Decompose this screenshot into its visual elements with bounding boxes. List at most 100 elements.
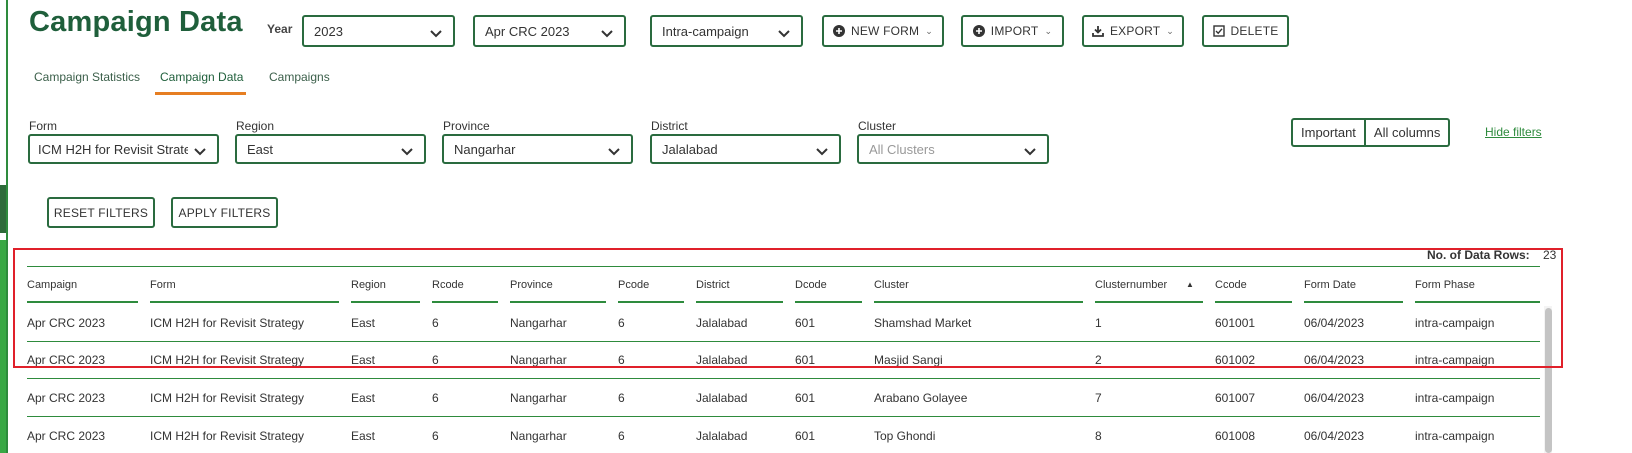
header-underline bbox=[150, 301, 339, 303]
column-header-rcode[interactable]: Rcode bbox=[432, 279, 464, 291]
cluster-filter-placeholder: All Clusters bbox=[869, 141, 935, 157]
chevron-down-icon bbox=[778, 30, 790, 38]
cell-province: Nangarhar bbox=[510, 353, 567, 367]
cell-campaign: Apr CRC 2023 bbox=[27, 353, 106, 367]
tab-campaign-statistics[interactable]: Campaign Statistics bbox=[34, 70, 140, 84]
cell-form-phase: intra-campaign bbox=[1415, 391, 1495, 405]
table-scrollbar-thumb[interactable] bbox=[1545, 308, 1552, 453]
column-header-clusternumber[interactable]: Clusternumber bbox=[1095, 279, 1167, 291]
row-divider bbox=[27, 378, 1540, 379]
header-underline bbox=[795, 301, 862, 303]
region-filter-label: Region bbox=[236, 119, 275, 133]
cell-region: East bbox=[351, 316, 376, 330]
region-filter-select[interactable]: East bbox=[235, 134, 426, 164]
phase-select[interactable]: Intra-campaign bbox=[650, 15, 803, 47]
cell-rcode: 6 bbox=[432, 391, 439, 405]
column-header-form-date[interactable]: Form Date bbox=[1304, 279, 1356, 291]
cell-pcode: 6 bbox=[618, 391, 625, 405]
cell-form: ICM H2H for Revisit Strategy bbox=[150, 316, 305, 330]
campaign-select[interactable]: Apr CRC 2023 bbox=[473, 15, 626, 47]
cell-pcode: 6 bbox=[618, 316, 625, 330]
column-header-pcode[interactable]: Pcode bbox=[618, 279, 649, 291]
import-label: IMPORT bbox=[990, 24, 1039, 38]
cell-province: Nangarhar bbox=[510, 316, 567, 330]
column-header-form[interactable]: Form bbox=[150, 279, 176, 291]
delete-button[interactable]: DELETE bbox=[1202, 15, 1289, 47]
reset-filters-button[interactable]: RESET FILTERS bbox=[47, 197, 155, 228]
row-divider bbox=[27, 416, 1540, 417]
chevron-down-icon bbox=[816, 148, 828, 156]
cell-dcode: 601 bbox=[795, 429, 816, 443]
column-header-cluster[interactable]: Cluster bbox=[874, 279, 909, 291]
cell-cluster: Shamshad Market bbox=[874, 316, 972, 330]
header-underline bbox=[874, 301, 1083, 303]
apply-filters-button[interactable]: APPLY FILTERS bbox=[171, 197, 278, 228]
chevron-down-icon: ⌄ bbox=[1044, 25, 1053, 36]
phase-select-value: Intra-campaign bbox=[662, 23, 749, 39]
cell-district: Jalalabad bbox=[696, 391, 748, 405]
tab-campaigns[interactable]: Campaigns bbox=[269, 70, 330, 84]
cell-ccode: 601007 bbox=[1215, 391, 1256, 405]
active-tab-indicator bbox=[155, 92, 246, 95]
column-header-ccode[interactable]: Ccode bbox=[1215, 279, 1247, 291]
cell-cluster: Arabano Golayee bbox=[874, 391, 968, 405]
cell-region: East bbox=[351, 391, 376, 405]
all-columns-button[interactable]: All columns bbox=[1363, 120, 1448, 145]
sort-ascending-icon[interactable]: ▲ bbox=[1186, 280, 1194, 289]
column-header-province[interactable]: Province bbox=[510, 279, 553, 291]
cell-ccode: 601008 bbox=[1215, 429, 1256, 443]
cell-form-phase: intra-campaign bbox=[1415, 429, 1495, 443]
import-button[interactable]: IMPORT ⌄ bbox=[961, 15, 1064, 47]
cell-clusternumber: 2 bbox=[1095, 353, 1102, 367]
year-select[interactable]: 2023 bbox=[302, 15, 455, 47]
page-title: Campaign Data bbox=[29, 6, 243, 38]
new-form-button[interactable]: NEW FORM ⌄ bbox=[822, 15, 944, 47]
header-underline bbox=[432, 301, 498, 303]
cell-cluster: Top Ghondi bbox=[874, 429, 936, 443]
cell-form-date: 06/04/2023 bbox=[1304, 353, 1365, 367]
cell-form-date: 06/04/2023 bbox=[1304, 391, 1365, 405]
data-rows-count: 23 bbox=[1543, 248, 1557, 262]
left-edge bbox=[0, 0, 8, 453]
district-filter-value: Jalalabad bbox=[662, 141, 718, 157]
column-header-district[interactable]: District bbox=[696, 279, 730, 291]
cell-rcode: 6 bbox=[432, 316, 439, 330]
column-header-dcode[interactable]: Dcode bbox=[795, 279, 827, 291]
header-underline bbox=[696, 301, 783, 303]
chevron-down-icon bbox=[430, 30, 442, 38]
region-filter-value: East bbox=[247, 141, 274, 157]
cell-form-date: 06/04/2023 bbox=[1304, 316, 1365, 330]
header-underline bbox=[1304, 301, 1403, 303]
cluster-filter-select[interactable]: All Clusters bbox=[857, 134, 1049, 164]
cell-dcode: 601 bbox=[795, 316, 816, 330]
header-underline bbox=[618, 301, 684, 303]
export-button[interactable]: EXPORT ⌄ bbox=[1082, 15, 1184, 47]
important-columns-button[interactable]: Important bbox=[1293, 120, 1364, 145]
cell-region: East bbox=[351, 353, 376, 367]
province-filter-select[interactable]: Nangarhar bbox=[442, 134, 633, 164]
header-underline bbox=[1415, 301, 1540, 303]
table-top-rule bbox=[27, 266, 1540, 267]
cell-form-phase: intra-campaign bbox=[1415, 353, 1495, 367]
chevron-down-icon bbox=[194, 148, 206, 156]
cell-province: Nangarhar bbox=[510, 391, 567, 405]
row-divider bbox=[27, 341, 1540, 342]
column-header-form-phase[interactable]: Form Phase bbox=[1415, 279, 1475, 291]
form-filter-select[interactable]: ICM H2H for Revisit Strategy bbox=[28, 134, 219, 164]
cell-dcode: 601 bbox=[795, 391, 816, 405]
hide-filters-link[interactable]: Hide filters bbox=[1485, 125, 1542, 139]
cell-pcode: 6 bbox=[618, 353, 625, 367]
cell-district: Jalalabad bbox=[696, 429, 748, 443]
form-filter-label: Form bbox=[29, 119, 57, 133]
tab-campaign-data[interactable]: Campaign Data bbox=[160, 70, 243, 84]
cell-rcode: 6 bbox=[432, 429, 439, 443]
cell-campaign: Apr CRC 2023 bbox=[27, 429, 106, 443]
cell-clusternumber: 8 bbox=[1095, 429, 1102, 443]
column-header-campaign[interactable]: Campaign bbox=[27, 279, 77, 291]
column-header-region[interactable]: Region bbox=[351, 279, 386, 291]
district-filter-select[interactable]: Jalalabad bbox=[650, 134, 841, 164]
column-toggle: Important All columns bbox=[1291, 118, 1451, 147]
cell-clusternumber: 1 bbox=[1095, 316, 1102, 330]
edge-bar bbox=[0, 240, 6, 453]
cell-cluster: Masjid Sangi bbox=[874, 353, 943, 367]
